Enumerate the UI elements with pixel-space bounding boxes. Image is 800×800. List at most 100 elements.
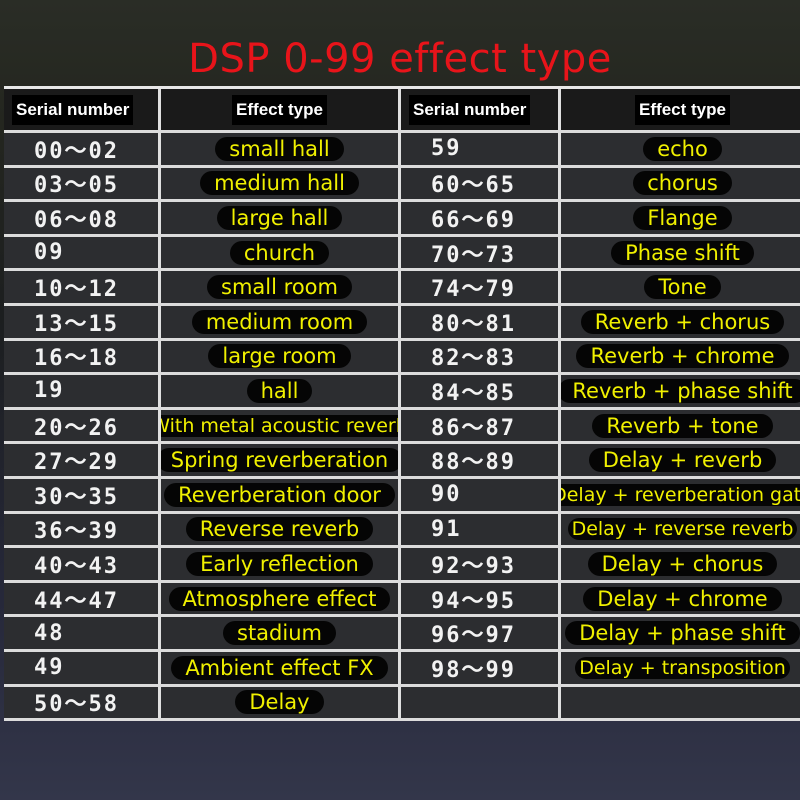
left-effect: Ambient effect FX xyxy=(171,655,388,680)
right-serial-cell: 88～89 xyxy=(401,444,561,476)
right-serial-cell: 60～65 xyxy=(401,167,561,200)
table-row: 13～15 medium room 80～81 Reverb + chorus xyxy=(4,305,800,341)
left-effect-cell: With metal acoustic reverb xyxy=(161,409,401,442)
right-effect: Reverb + chrome xyxy=(576,344,789,369)
right-serial-cell: 98～99 xyxy=(401,651,561,684)
header-cell: Serial number xyxy=(4,89,161,130)
left-serial: 00～02 xyxy=(34,138,119,164)
right-effect-cell: Reverb + phase shift xyxy=(561,375,800,407)
left-effect: hall xyxy=(246,378,313,403)
right-serial: 66～69 xyxy=(431,207,516,233)
left-serial-cell: 10～12 xyxy=(4,271,161,303)
right-effect-cell: Reverb + chorus xyxy=(561,305,800,338)
left-serial: 13～15 xyxy=(34,311,119,337)
right-serial-cell: 74～79 xyxy=(401,271,561,303)
right-serial-cell: 94～95 xyxy=(401,582,561,615)
right-effect: Delay + reverb xyxy=(588,448,777,473)
left-serial: 20～26 xyxy=(34,415,119,441)
table-row: 19 hall 84～85 Reverb + phase shift xyxy=(4,375,800,410)
left-effect: medium hall xyxy=(200,171,359,196)
left-effect: With metal acoustic reverb xyxy=(161,414,398,437)
left-effect: Spring reverberation xyxy=(161,448,398,473)
left-serial: 48 xyxy=(34,620,65,646)
left-effect-cell: small hall xyxy=(161,133,401,165)
left-serial-cell: 36～39 xyxy=(4,513,161,546)
left-serial-cell: 48 xyxy=(4,617,161,649)
right-effect-cell: Reverb + tone xyxy=(561,409,800,442)
left-serial: 36～39 xyxy=(34,519,119,545)
right-effect: Delay + phase shift xyxy=(565,621,800,646)
left-serial-cell: 09 xyxy=(4,236,161,269)
right-effect: Tone xyxy=(644,275,721,300)
right-serial: 60～65 xyxy=(431,173,516,199)
right-serial-cell: 91 xyxy=(401,513,561,546)
left-serial: 50～58 xyxy=(34,692,119,718)
left-effect-cell: stadium xyxy=(161,617,401,649)
left-effect: Reverberation door xyxy=(164,482,395,507)
header-left-serial: Serial number xyxy=(12,94,134,125)
left-effect: large room xyxy=(208,344,351,369)
right-serial-cell: 90 xyxy=(401,478,561,511)
table-row: 00～02 small hall 59 echo xyxy=(4,133,800,168)
left-serial-cell: 19 xyxy=(4,375,161,407)
right-effect-cell: Delay + phase shift xyxy=(561,617,800,649)
left-serial-cell: 20～26 xyxy=(4,409,161,442)
right-serial: 94～95 xyxy=(431,588,516,614)
left-effect: small room xyxy=(207,275,352,300)
right-serial: 82～83 xyxy=(431,346,516,372)
right-effect: Delay + chrome xyxy=(583,586,782,611)
right-effect: Reverb + phase shift xyxy=(561,378,800,403)
right-serial-cell: 80～81 xyxy=(401,305,561,338)
header-cell: Effect type xyxy=(161,89,401,130)
right-effect-cell: Delay + chorus xyxy=(561,548,800,580)
right-serial: 86～87 xyxy=(431,415,516,441)
left-serial-cell: 16～18 xyxy=(4,340,161,373)
left-serial: 09 xyxy=(34,240,65,266)
right-effect-cell: Phase shift xyxy=(561,236,800,269)
right-effect: Phase shift xyxy=(611,240,754,265)
left-serial-cell: 06～08 xyxy=(4,202,161,234)
left-effect: large hall xyxy=(216,205,343,230)
left-serial: 49 xyxy=(34,655,65,681)
table-row: 27～29 Spring reverberation 88～89 Delay + re… xyxy=(4,444,800,479)
table-row: 10～12 small room 74～79 Tone xyxy=(4,271,800,306)
left-serial: 40～43 xyxy=(34,553,119,579)
right-serial: 96～97 xyxy=(431,623,516,649)
table-row: 40～43 Early reflection 92～93 Delay + chorus xyxy=(4,548,800,583)
left-effect-cell: Delay xyxy=(161,686,401,719)
right-serial-cell: 66～69 xyxy=(401,202,561,234)
left-serial: 03～05 xyxy=(34,173,119,199)
left-effect-cell: medium hall xyxy=(161,167,401,200)
right-effect-cell: Delay + chrome xyxy=(561,582,800,615)
right-serial: 90 xyxy=(431,482,462,508)
left-effect-cell: large hall xyxy=(161,202,401,234)
left-serial-cell: 13～15 xyxy=(4,305,161,338)
left-effect: medium room xyxy=(191,309,368,334)
table-row: 20～26 With metal acoustic reverb 86～87 Reve… xyxy=(4,409,800,445)
left-serial-cell: 00～02 xyxy=(4,133,161,165)
header-right-serial: Serial number xyxy=(409,94,531,125)
right-effect-cell: Tone xyxy=(561,271,800,303)
left-effect-cell: hall xyxy=(161,375,401,407)
header-left-effect: Effect type xyxy=(232,94,327,125)
left-effect-cell: small room xyxy=(161,271,401,303)
right-effect-cell: chorus xyxy=(561,167,800,200)
left-effect-cell: Ambient effect FX xyxy=(161,651,401,684)
right-effect-cell: Delay + reverberation gate xyxy=(561,478,800,511)
right-serial-cell xyxy=(401,686,561,719)
table-row: 48 stadium 96～97 Delay + phase shift xyxy=(4,617,800,652)
table-row: 50～58 Delay xyxy=(4,686,800,722)
left-serial: 06～08 xyxy=(34,207,119,233)
table-header: Serial number Effect type Serial number … xyxy=(4,89,800,133)
header-right-effect: Effect type xyxy=(635,94,730,125)
table-row: 30～35 Reverberation door 90 Delay + reverbe… xyxy=(4,478,800,514)
right-serial: 84～85 xyxy=(431,380,516,406)
right-effect: Delay + reverberation gate xyxy=(561,483,800,506)
left-effect-cell: Reverse reverb xyxy=(161,513,401,546)
right-serial: 59 xyxy=(431,136,462,162)
right-serial-cell: 92～93 xyxy=(401,548,561,580)
right-serial: 92～93 xyxy=(431,553,516,579)
left-effect: stadium xyxy=(223,621,336,646)
page-title: DSP 0-99 effect type xyxy=(188,36,612,82)
left-serial: 10～12 xyxy=(34,277,119,303)
